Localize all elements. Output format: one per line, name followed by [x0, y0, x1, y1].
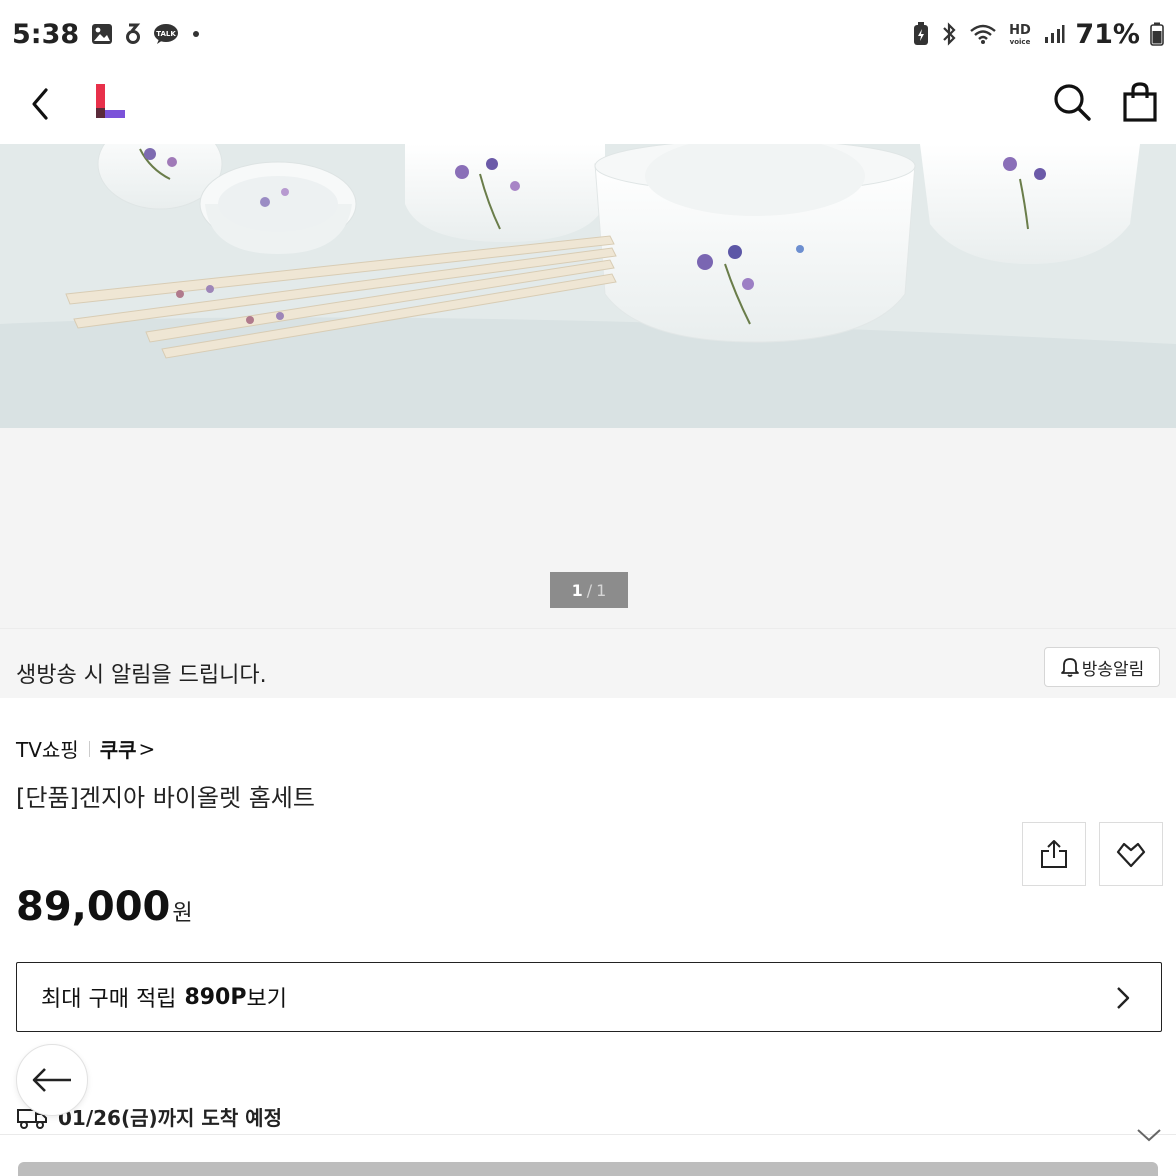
- price-unit: 원: [172, 901, 193, 926]
- shopping-bag-icon: [1123, 82, 1157, 122]
- cart-button[interactable]: [1120, 80, 1160, 124]
- product-title: [단품]겐지아 바이올렛 홈세트: [16, 784, 315, 812]
- image-total: 1: [596, 580, 607, 600]
- price-value: 89,000: [16, 884, 171, 930]
- signal-icon: [1043, 23, 1065, 45]
- breadcrumb-channel[interactable]: TV쇼핑: [16, 734, 79, 763]
- image-separator: /: [586, 580, 593, 600]
- status-time: 5:38: [12, 18, 80, 50]
- app-header: [0, 68, 1176, 144]
- kakaotalk-icon: TALK: [153, 23, 179, 45]
- broadcast-alert-bar: 생방송 시 알림을 드립니다. 방송알림: [0, 628, 1176, 698]
- lotte-logo[interactable]: [94, 82, 128, 122]
- bottom-action-bar[interactable]: [18, 1162, 1158, 1176]
- chevron-right-icon: >: [138, 736, 156, 761]
- battery-icon: [1150, 22, 1164, 46]
- share-button[interactable]: [1022, 822, 1086, 886]
- gallery-icon: [91, 23, 113, 45]
- points-suffix: 보기: [246, 987, 287, 1012]
- search-icon: [1054, 84, 1091, 121]
- alert-text: 생방송 시 알림을 드립니다.: [16, 663, 267, 688]
- wishlist-button[interactable]: [1099, 822, 1163, 886]
- talk-label: TALK: [156, 30, 176, 38]
- heart-icon: [1116, 842, 1146, 868]
- breadcrumb-brand[interactable]: 쿠쿠: [100, 734, 137, 763]
- chevron-left-icon: [32, 88, 48, 120]
- broadcast-alert-button[interactable]: 방송알림: [1044, 647, 1160, 687]
- product-image[interactable]: [0, 144, 1176, 428]
- points-prefix: 최대 구매 적립: [41, 987, 177, 1012]
- share-icon: [1041, 840, 1067, 868]
- breadcrumb-divider: [88, 740, 90, 757]
- chevron-right-icon: [1117, 987, 1130, 1009]
- breadcrumb: TV쇼핑 쿠쿠 >: [16, 734, 155, 763]
- arrow-left-icon: [32, 1068, 71, 1092]
- hd-label: HD: [1010, 23, 1032, 38]
- status-right: HD voice 71%: [913, 19, 1164, 50]
- wifi-icon: [969, 23, 997, 45]
- status-bar: 5:38 TALK HD voice 71%: [0, 0, 1176, 68]
- hd-voice-icon: HD voice: [1007, 21, 1033, 47]
- reward-points-button[interactable]: 최대 구매 적립 890P 보기: [16, 962, 1162, 1032]
- delivery-text: 01/26(금)까지 도착 예정: [58, 1106, 282, 1130]
- logo-icon: [96, 84, 125, 118]
- floating-back-button[interactable]: [16, 1044, 88, 1116]
- image-page-indicator: 1 / 1: [550, 572, 628, 608]
- image-index: 1: [571, 580, 583, 600]
- status-left: 5:38 TALK: [12, 19, 201, 50]
- bottom-divider: [0, 1134, 1176, 1135]
- notification-app-icon: [125, 22, 141, 46]
- search-button[interactable]: [1050, 80, 1094, 124]
- back-button[interactable]: [22, 84, 58, 124]
- battery-percent: 71%: [1075, 18, 1140, 50]
- product-photo-illustration: [0, 144, 1176, 428]
- chevron-down-icon[interactable]: [1136, 1128, 1162, 1142]
- bluetooth-icon: [939, 22, 959, 46]
- price: 89,000 원: [16, 884, 193, 930]
- voice-label: voice: [1010, 38, 1031, 46]
- bell-icon: [1060, 658, 1079, 677]
- battery-saver-icon: [913, 22, 929, 46]
- points-value: 890P: [184, 984, 247, 1010]
- more-notifications-dot-icon: [191, 29, 201, 39]
- alert-button-label: 방송알림: [1081, 659, 1145, 680]
